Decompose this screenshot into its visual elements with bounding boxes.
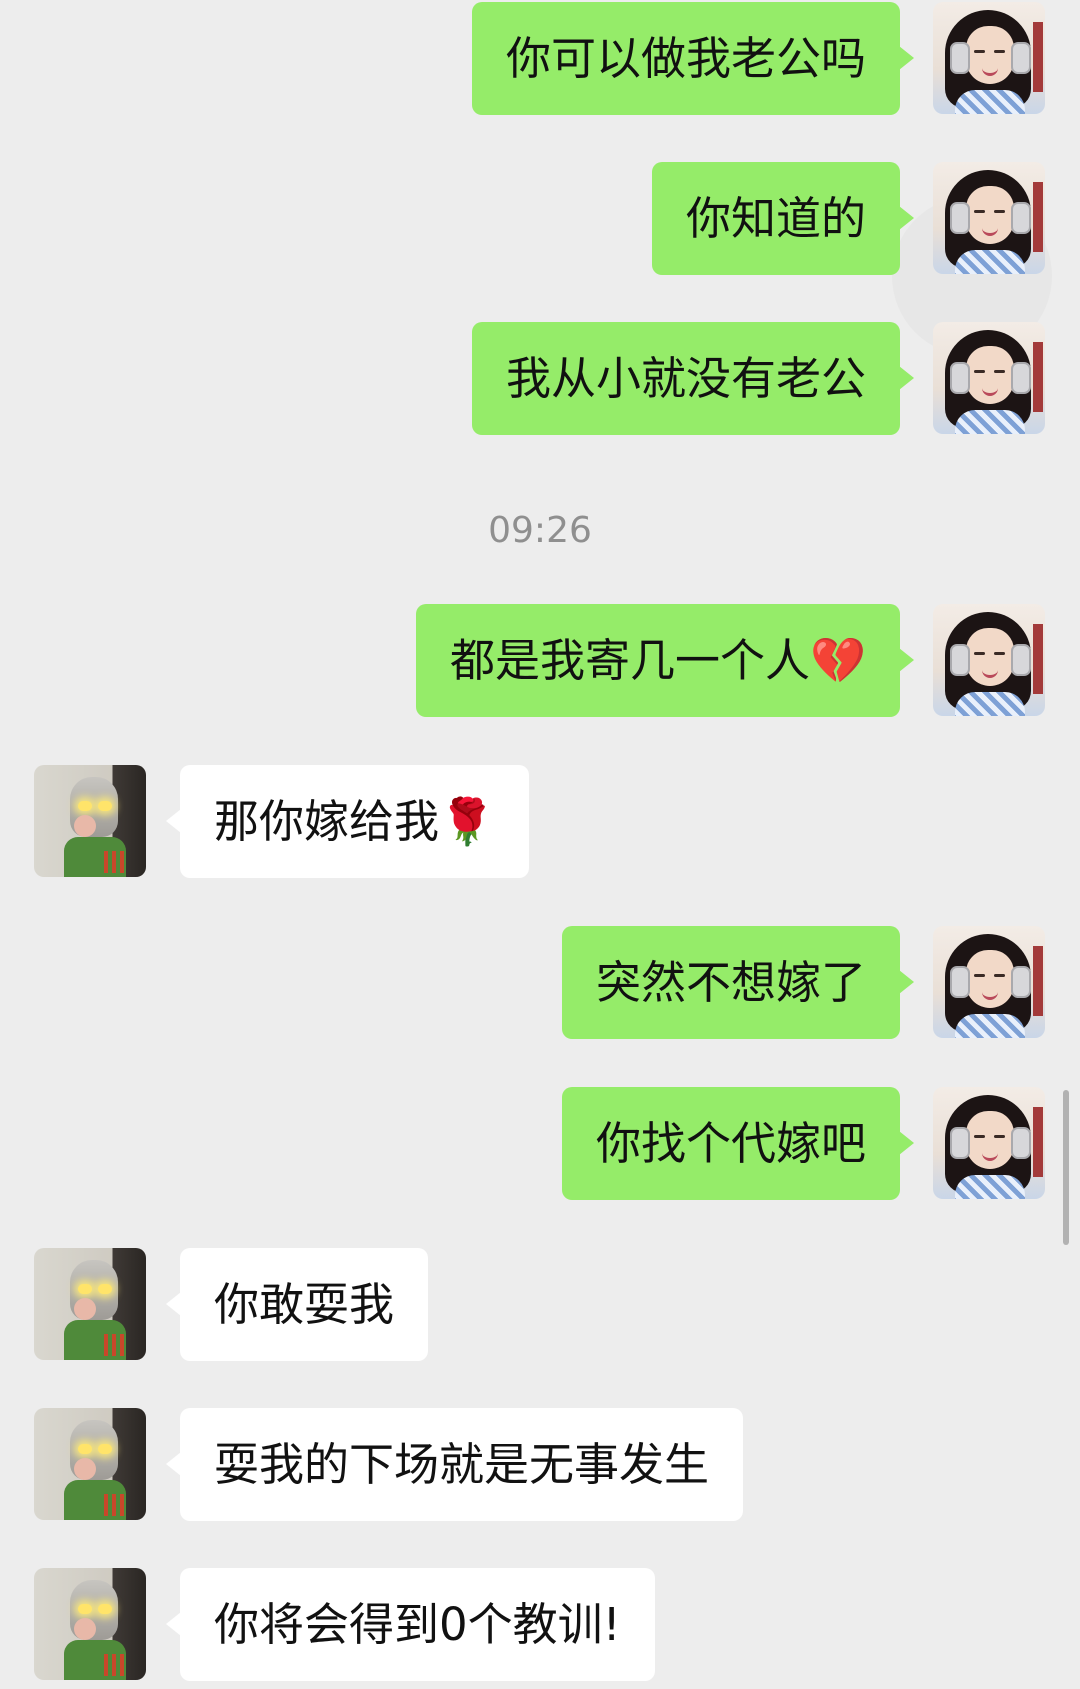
- avatar-background-poster: [1033, 182, 1043, 252]
- avatar-shirt-pattern: [104, 1654, 126, 1676]
- avatar-shirt: [955, 250, 1025, 274]
- contact-avatar[interactable]: [34, 765, 146, 877]
- my-avatar[interactable]: [933, 322, 1045, 434]
- message-row-outgoing: 都是我寄几一个人💔: [0, 604, 1080, 718]
- my-avatar[interactable]: [933, 1087, 1045, 1199]
- contact-avatar[interactable]: [34, 1568, 146, 1680]
- glowing-eye-icon: [78, 1604, 92, 1614]
- avatar-shirt-pattern: [104, 1494, 126, 1516]
- avatar-eye: [974, 210, 985, 213]
- avatar-hand: [74, 1298, 96, 1320]
- message-row-incoming: 你将会得到0个教训!: [0, 1568, 1080, 1682]
- headphone-icon: [1011, 42, 1031, 74]
- avatar-hand: [74, 1618, 96, 1640]
- headphone-icon: [950, 42, 970, 74]
- headphone-icon: [950, 644, 970, 676]
- headphone-icon: [1011, 202, 1031, 234]
- message-row-incoming: 耍我的下场就是无事发生: [0, 1408, 1080, 1522]
- glowing-eye-icon: [98, 801, 112, 811]
- headphone-icon: [1011, 966, 1031, 998]
- message-row-outgoing: 我从小就没有老公: [0, 322, 1080, 436]
- headphone-icon: [950, 362, 970, 394]
- incoming-message-bubble[interactable]: 你敢耍我: [165, 1248, 429, 1361]
- avatar-shirt: [955, 410, 1025, 434]
- message-row-outgoing: 突然不想嫁了: [0, 926, 1080, 1040]
- headphone-icon: [950, 1127, 970, 1159]
- my-avatar[interactable]: [933, 926, 1045, 1038]
- scrollbar[interactable]: [1063, 1090, 1069, 1245]
- avatar-eye: [974, 974, 985, 977]
- incoming-message-bubble[interactable]: 耍我的下场就是无事发生: [165, 1408, 744, 1521]
- outgoing-message-bubble[interactable]: 你知道的: [651, 162, 915, 275]
- headphone-icon: [1011, 644, 1031, 676]
- message-row-incoming: 你敢耍我: [0, 1248, 1080, 1362]
- outgoing-message-bubble[interactable]: 突然不想嫁了: [561, 926, 915, 1039]
- headphone-icon: [950, 202, 970, 234]
- avatar-eye: [974, 50, 985, 53]
- message-row-incoming: 那你嫁给我🌹: [0, 765, 1080, 879]
- message-row-outgoing: 你知道的: [0, 162, 1080, 276]
- avatar-shirt: [955, 692, 1025, 716]
- glowing-eye-icon: [78, 1284, 92, 1294]
- avatar-eye: [994, 50, 1005, 53]
- headphone-icon: [1011, 1127, 1031, 1159]
- message-row-outgoing: 你可以做我老公吗: [0, 2, 1080, 116]
- glowing-eye-icon: [98, 1604, 112, 1614]
- glowing-eye-icon: [78, 1444, 92, 1454]
- glowing-eye-icon: [98, 1284, 112, 1294]
- avatar-eye: [974, 652, 985, 655]
- outgoing-message-bubble[interactable]: 你可以做我老公吗: [471, 2, 915, 115]
- avatar-eye: [994, 370, 1005, 373]
- avatar-eye: [994, 1135, 1005, 1138]
- avatar-shirt: [955, 1014, 1025, 1038]
- avatar-eye: [994, 974, 1005, 977]
- headphone-icon: [950, 966, 970, 998]
- avatar-eye: [994, 210, 1005, 213]
- message-timestamp: 09:26: [488, 510, 592, 551]
- avatar-hand: [74, 1458, 96, 1480]
- headphone-icon: [1011, 362, 1031, 394]
- my-avatar[interactable]: [933, 162, 1045, 274]
- message-row-outgoing: 你找个代嫁吧: [0, 1087, 1080, 1201]
- avatar-background-poster: [1033, 342, 1043, 412]
- avatar-shirt-pattern: [104, 1334, 126, 1356]
- glowing-eye-icon: [98, 1444, 112, 1454]
- avatar-eye: [994, 652, 1005, 655]
- outgoing-message-bubble[interactable]: 都是我寄几一个人💔: [415, 604, 915, 717]
- avatar-shirt: [955, 90, 1025, 114]
- glowing-eye-icon: [78, 801, 92, 811]
- incoming-message-bubble[interactable]: 那你嫁给我🌹: [165, 765, 530, 878]
- avatar-shirt-pattern: [104, 851, 126, 873]
- contact-avatar[interactable]: [34, 1248, 146, 1360]
- outgoing-message-bubble[interactable]: 我从小就没有老公: [471, 322, 915, 435]
- avatar-background-poster: [1033, 624, 1043, 694]
- avatar-background-poster: [1033, 22, 1043, 92]
- avatar-hand: [74, 815, 96, 837]
- avatar-eye: [974, 370, 985, 373]
- incoming-message-bubble[interactable]: 你将会得到0个教训!: [166, 1568, 655, 1681]
- avatar-eye: [974, 1135, 985, 1138]
- avatar-background-poster: [1033, 1107, 1043, 1177]
- outgoing-message-bubble[interactable]: 你找个代嫁吧: [561, 1087, 915, 1200]
- my-avatar[interactable]: [933, 604, 1045, 716]
- my-avatar[interactable]: [933, 2, 1045, 114]
- avatar-background-poster: [1033, 946, 1043, 1016]
- contact-avatar[interactable]: [34, 1408, 146, 1520]
- avatar-shirt: [955, 1175, 1025, 1199]
